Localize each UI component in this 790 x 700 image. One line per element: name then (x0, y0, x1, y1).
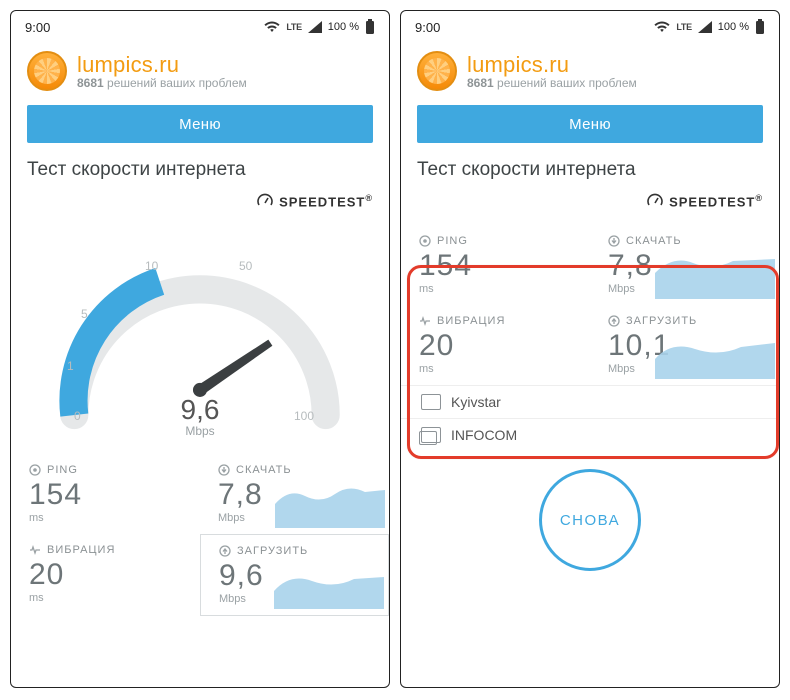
battery-icon (755, 19, 765, 35)
brand-header: lumpics.ru 8681 решений ваших проблем (401, 43, 779, 97)
page-title: Тест скорости интернета (401, 157, 779, 189)
statusbar: 9:00 LTE 100 % (401, 11, 779, 43)
gauge-unit: Mbps (181, 424, 220, 438)
right-screenshot: 9:00 LTE 100 % lumpics.ru 8681 решений в… (400, 10, 780, 688)
brand-name[interactable]: lumpics.ru (467, 52, 637, 78)
metrics-block: PING 154 ms СКАЧАТЬ 7,8 Mbps ВИБРАЦИЯ 20… (11, 454, 389, 616)
device-icon (421, 394, 441, 410)
gauge-tick: 50 (239, 259, 252, 273)
battery-text: 100 % (328, 21, 359, 33)
brand-logo-icon (417, 51, 457, 91)
upload-spark-icon (655, 329, 775, 379)
brand-name[interactable]: lumpics.ru (77, 52, 247, 78)
provider-server[interactable]: INFOCOM (401, 418, 779, 451)
lte-label: LTE (676, 22, 691, 32)
download-icon (218, 464, 230, 476)
menu-button[interactable]: Меню (27, 105, 373, 143)
page-title: Тест скорости интернета (11, 157, 389, 189)
brand-tagline: 8681 решений ваших проблем (77, 76, 247, 90)
battery-icon (365, 19, 375, 35)
gauge-tick: 100 (294, 409, 314, 423)
upload-icon (219, 545, 231, 557)
metric-upload: ЗАГРУЗИТЬ 9,6 Mbps (200, 534, 389, 616)
status-icons: LTE 100 % (264, 19, 375, 35)
jitter-icon (29, 544, 41, 556)
metric-upload: ЗАГРУЗИТЬ 10,1 Mbps (590, 305, 779, 385)
gauge-tick: 0 (74, 409, 81, 423)
jitter-icon (419, 315, 431, 327)
statusbar: 9:00 LTE 100 % (11, 11, 389, 43)
battery-text: 100 % (718, 21, 749, 33)
upload-icon (608, 315, 620, 327)
download-spark-icon (275, 482, 385, 528)
speedtest-brand: SPEEDTEST® (11, 189, 389, 219)
wifi-icon (654, 21, 670, 33)
status-icons: LTE 100 % (654, 19, 765, 35)
lte-label: LTE (286, 22, 301, 32)
metric-ping: PING 154 ms (11, 454, 200, 534)
provider-isp[interactable]: Kyivstar (401, 385, 779, 418)
brand-tagline: 8681 решений ваших проблем (467, 76, 637, 90)
gauge-icon (257, 193, 273, 209)
gauge-icon (647, 193, 663, 209)
upload-spark-icon (274, 563, 384, 609)
speed-gauge: 0 1 5 10 50 100 9,6 Mbps (19, 219, 381, 454)
metrics-block: PING 154 ms СКАЧАТЬ 7,8 Mbps ВИБРАЦИЯ 20… (401, 225, 779, 385)
gauge-tick: 1 (67, 359, 74, 373)
download-spark-icon (655, 249, 775, 299)
gauge-tick: 5 (81, 307, 88, 321)
metric-jitter: ВИБРАЦИЯ 20 ms (11, 534, 200, 616)
brand-logo-icon (27, 51, 67, 91)
left-screenshot: 9:00 LTE 100 % lumpics.ru 8681 решений в… (10, 10, 390, 688)
wifi-icon (264, 21, 280, 33)
speedtest-brand: SPEEDTEST® (401, 189, 779, 219)
signal-icon (698, 21, 712, 33)
gauge-tick: 10 (145, 259, 158, 273)
server-icon (421, 427, 441, 443)
download-icon (608, 235, 620, 247)
menu-button[interactable]: Меню (417, 105, 763, 143)
metric-ping: PING 154 ms (401, 225, 590, 305)
metric-download: СКАЧАТЬ 7,8 Mbps (590, 225, 779, 305)
metric-jitter: ВИБРАЦИЯ 20 ms (401, 305, 590, 385)
status-time: 9:00 (25, 20, 50, 35)
brand-header: lumpics.ru 8681 решений ваших проблем (11, 43, 389, 97)
again-button[interactable]: СНОВА (539, 469, 641, 571)
status-time: 9:00 (415, 20, 440, 35)
gauge-value: 9,6 (181, 394, 220, 426)
metric-download: СКАЧАТЬ 7,8 Mbps (200, 454, 389, 534)
ping-icon (419, 235, 431, 247)
signal-icon (308, 21, 322, 33)
ping-icon (29, 464, 41, 476)
